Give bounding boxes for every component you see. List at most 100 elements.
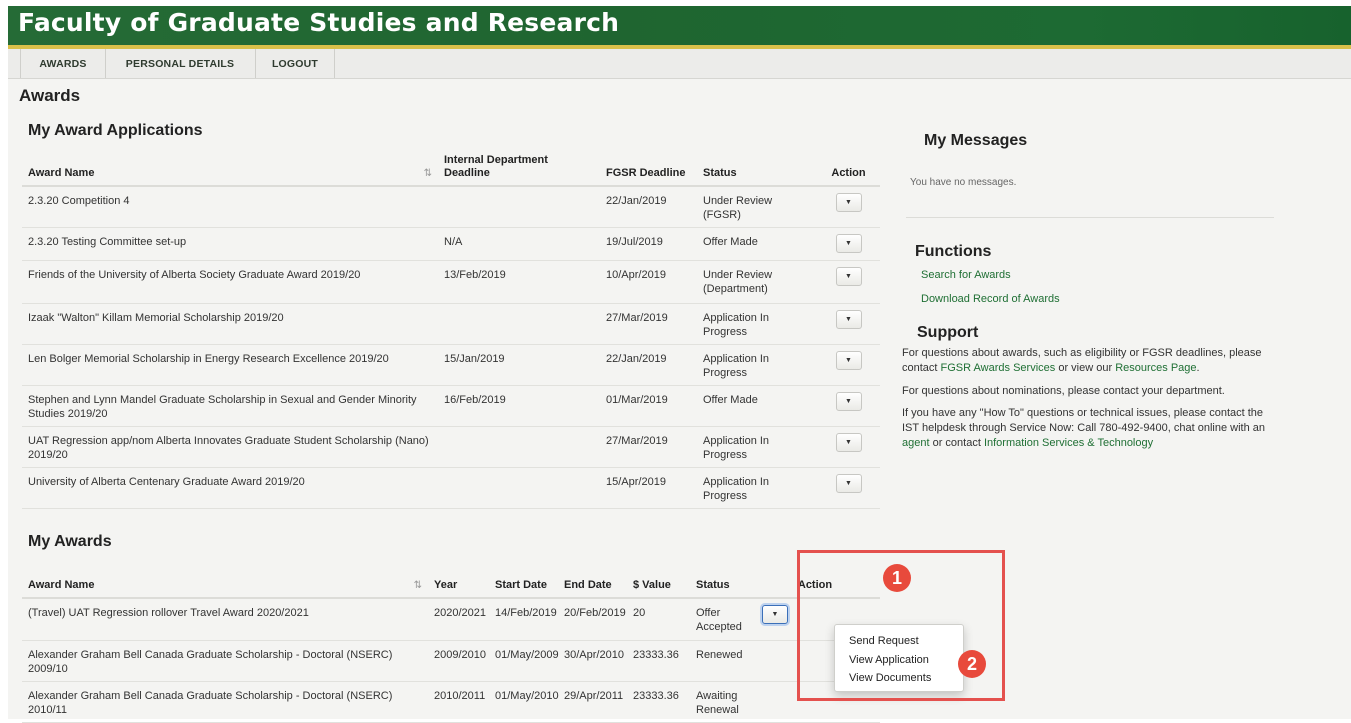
status: Offer Made — [697, 227, 817, 261]
dept-deadline: 15/Jan/2019 — [438, 344, 600, 386]
table-row: Friends of the University of Alberta Soc… — [22, 260, 880, 304]
award-name: Stephen and Lynn Mandel Graduate Scholar… — [22, 385, 438, 427]
status: Offer Made — [697, 385, 817, 427]
fgsr-deadline: 22/Jan/2019 — [600, 344, 697, 386]
fgsr-deadline: 01/Mar/2019 — [600, 385, 697, 427]
link-download-record-of-awards[interactable]: Download Record of Awards — [921, 293, 1060, 305]
nav-logout[interactable]: LOGOUT — [256, 49, 335, 78]
award-name: University of Alberta Centenary Graduate… — [22, 467, 438, 509]
value: 20 — [627, 598, 690, 641]
dept-deadline: N/A — [438, 227, 600, 261]
award-name: Alexander Graham Bell Canada Graduate Sc… — [22, 640, 428, 682]
action-dropdown-button[interactable]: ▼ — [762, 605, 788, 624]
nav-personal-details[interactable]: PERSONAL DETAILS — [105, 49, 256, 78]
support-helpdesk-text: If you have any "How To" questions or te… — [902, 407, 1266, 449]
link-search-for-awards[interactable]: Search for Awards — [921, 269, 1011, 281]
support-awards-text: For questions about awards, such as elig… — [902, 347, 1262, 374]
col-status: Status — [690, 562, 750, 599]
awards-table: ⇅ Award Name Year Start Date End Date $ V… — [22, 562, 880, 723]
end-date: 30/Apr/2010 — [558, 640, 627, 682]
award-name: Izaak "Walton" Killam Memorial Scholarsh… — [22, 303, 438, 345]
link-agent[interactable]: agent — [902, 437, 930, 449]
applications-header-row: ⇅ Award Name Internal Department Deadline… — [22, 148, 880, 187]
fgsr-deadline: 27/Mar/2019 — [600, 426, 697, 468]
col-status: Status — [697, 148, 817, 187]
col-start-date: Start Date — [489, 562, 558, 599]
caret-down-icon: ▼ — [845, 479, 852, 487]
action-dropdown-button[interactable]: ▼ — [835, 193, 862, 212]
sort-icon[interactable]: ⇅ — [414, 579, 422, 592]
dept-deadline: 13/Feb/2019 — [438, 260, 600, 304]
fgsr-deadline: 22/Jan/2019 — [600, 186, 697, 228]
status: Under Review (Department) — [697, 260, 817, 304]
action-dropdown-button[interactable]: ▼ — [835, 391, 862, 411]
status: Application In Progress — [697, 426, 817, 468]
start-date: 14/Feb/2019 — [489, 598, 558, 641]
action-dropdown-button[interactable]: ▼ — [835, 309, 862, 329]
action-dropdown-button[interactable]: ▼ — [835, 266, 862, 286]
award-name: UAT Regression app/nom Alberta Innovates… — [22, 426, 438, 468]
dept-deadline — [438, 426, 600, 468]
year: 2020/2021 — [428, 598, 489, 641]
col-end-date: End Date — [558, 562, 627, 599]
action-dropdown-button[interactable]: ▼ — [835, 473, 862, 493]
action-dropdown-button[interactable]: ▼ — [835, 432, 862, 452]
action-dropdown-button[interactable]: ▼ — [835, 350, 862, 370]
awards-title: My Awards — [28, 533, 112, 550]
col-dept-deadline: Internal Department Deadline — [438, 148, 600, 187]
dept-deadline — [438, 303, 600, 345]
col-action: Action — [817, 148, 880, 187]
col-award-name[interactable]: ⇅ Award Name — [22, 148, 438, 187]
status: Awaiting Renewal — [690, 681, 750, 723]
status: Offer Accepted — [690, 598, 750, 641]
award-name: Len Bolger Memorial Scholarship in Energ… — [22, 344, 438, 386]
caret-down-icon: ▼ — [845, 397, 852, 405]
page-title: Awards — [19, 86, 81, 105]
end-date: 20/Feb/2019 — [558, 598, 627, 641]
status: Under Review (FGSR) — [697, 186, 817, 228]
award-name: 2.3.20 Testing Committee set-up — [22, 227, 438, 261]
dept-deadline — [438, 186, 600, 228]
top-nav: AWARDS PERSONAL DETAILS LOGOUT — [8, 49, 1351, 79]
award-name: (Travel) UAT Regression rollover Travel … — [22, 598, 428, 641]
support-title: Support — [917, 324, 979, 341]
support-nominations-text: For questions about nominations, please … — [902, 385, 1225, 397]
applications-table: ⇅ Award Name Internal Department Deadline… — [22, 148, 880, 509]
messages-empty-text: You have no messages. — [910, 177, 1017, 188]
table-row: Alexander Graham Bell Canada Graduate Sc… — [22, 681, 880, 723]
end-date: 29/Apr/2011 — [558, 681, 627, 723]
site-title: Faculty of Graduate Studies and Research — [18, 8, 620, 37]
caret-down-icon: ▼ — [845, 199, 852, 206]
start-date: 01/May/2010 — [489, 681, 559, 723]
right-divider — [906, 217, 1274, 218]
award-name: 2.3.20 Competition 4 — [22, 186, 438, 228]
status: Application In Progress — [697, 344, 817, 386]
start-date: 01/May/2009 — [489, 640, 559, 682]
fgsr-deadline: 15/Apr/2019 — [600, 467, 697, 509]
caret-down-icon: ▼ — [845, 438, 852, 446]
col-value: $ Value — [627, 562, 690, 599]
awards-header-row: ⇅ Award Name Year Start Date End Date $ V… — [22, 562, 880, 599]
link-resources-page[interactable]: Resources Page — [1115, 362, 1196, 374]
nav-awards[interactable]: AWARDS — [20, 49, 106, 78]
site-header: Faculty of Graduate Studies and Research — [8, 6, 1351, 45]
caret-down-icon: ▼ — [845, 239, 852, 247]
link-information-services-technology[interactable]: Information Services & Technology — [984, 437, 1153, 449]
messages-title: My Messages — [924, 132, 1028, 149]
col-award-name[interactable]: ⇅ Award Name — [22, 562, 428, 599]
value: 23333.36 — [627, 681, 690, 723]
applications-title: My Award Applications — [28, 122, 203, 139]
table-row: Izaak "Walton" Killam Memorial Scholarsh… — [22, 303, 880, 345]
action-dropdown-button[interactable]: ▼ — [835, 233, 862, 253]
caret-down-icon: ▼ — [771, 611, 779, 618]
sort-icon[interactable]: ⇅ — [424, 167, 432, 180]
table-row: University of Alberta Centenary Graduate… — [22, 467, 880, 509]
table-row: Alexander Graham Bell Canada Graduate Sc… — [22, 640, 880, 682]
col-fgsr-deadline: FGSR Deadline — [600, 148, 697, 187]
caret-down-icon: ▼ — [845, 356, 852, 364]
status: Renewed — [690, 640, 750, 682]
table-row: 2.3.20 Competition 4 22/Jan/2019 Under R… — [22, 186, 880, 228]
col-year: Year — [428, 562, 489, 599]
year: 2009/2010 — [428, 640, 489, 682]
link-fgsr-awards-services[interactable]: FGSR Awards Services — [941, 362, 1056, 374]
